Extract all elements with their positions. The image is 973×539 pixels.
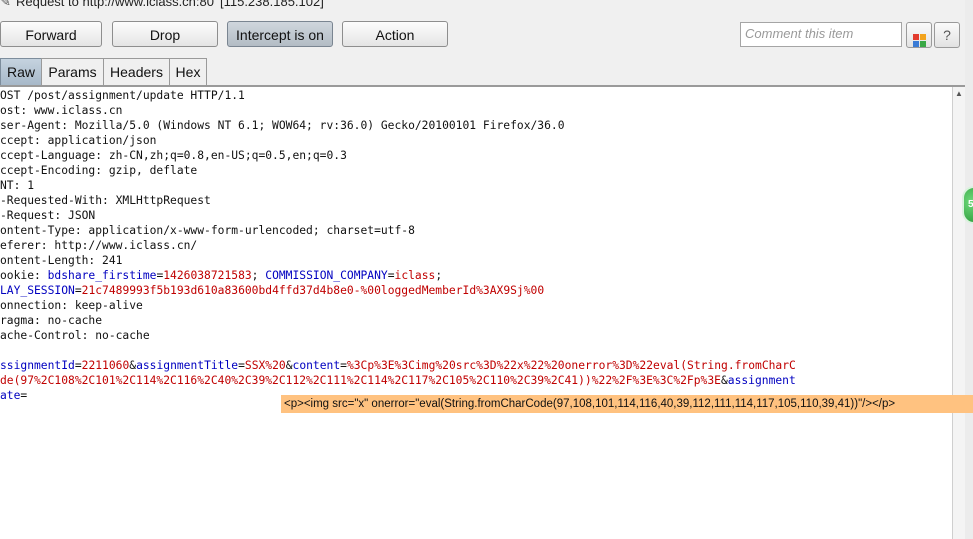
tab-params[interactable]: Params <box>41 58 104 85</box>
cookie-line: ookie: bdshare_firstime=1426038721583; C… <box>0 269 443 282</box>
window-edge <box>965 0 973 539</box>
tab-raw[interactable]: Raw <box>0 58 42 85</box>
help-button[interactable]: ? <box>934 22 960 48</box>
header-line: ccept-Language: zh-CN,zh;q=0.8,en-US;q=0… <box>0 149 347 162</box>
comment-input[interactable]: Comment this item <box>740 22 902 47</box>
header-line: ser-Agent: Mozilla/5.0 (Windows NT 6.1; … <box>0 119 565 132</box>
cookie-line-continued: LAY_SESSION=21c7489993f5b193d610a83600bd… <box>0 284 545 297</box>
header-line: ontent-Length: 241 <box>0 254 123 267</box>
request-title: ✎ Request to http://www.iclass.cn:80 [115.… <box>0 0 324 10</box>
header-line: ccept: application/json <box>0 134 157 147</box>
decoded-value-tooltip: <p><img src="x" onerror="eval(String.fro… <box>281 395 973 413</box>
forward-button[interactable]: Forward <box>0 21 102 47</box>
highlight-color-button[interactable] <box>906 22 932 48</box>
request-line: OST /post/assignment/update HTTP/1.1 <box>0 89 245 102</box>
header-line: ache-Control: no-cache <box>0 329 150 342</box>
header-line: NT: 1 <box>0 179 35 192</box>
header-line: -Request: JSON <box>0 209 96 222</box>
color-grid-icon <box>912 34 926 47</box>
tab-headers[interactable]: Headers <box>103 58 170 85</box>
header-line: ontent-Type: application/x-www-form-urle… <box>0 224 415 237</box>
vertical-scrollbar[interactable]: ▲ <box>952 87 965 539</box>
header-line: ragma: no-cache <box>0 314 103 327</box>
tab-hex[interactable]: Hex <box>169 58 207 85</box>
intercept-toggle-button[interactable]: Intercept is on <box>227 21 333 47</box>
body-line: ssignmentId=2211060&assignmentTitle=SSX%… <box>0 359 796 372</box>
header-line: -Requested-With: XMLHttpRequest <box>0 194 211 207</box>
proxy-toolbar: ✎ Request to http://www.iclass.cn:80 [115.… <box>0 0 973 86</box>
header-line: ccept-Encoding: gzip, deflate <box>0 164 198 177</box>
floating-widget-icon[interactable]: 5 <box>962 186 973 224</box>
raw-request-editor[interactable]: OST /post/assignment/update HTTP/1.1 ost… <box>0 87 952 539</box>
action-button[interactable]: Action <box>342 21 448 47</box>
header-line: ost: www.iclass.cn <box>0 104 123 117</box>
header-line: onnection: keep-alive <box>0 299 143 312</box>
body-line: ate= <box>0 389 28 402</box>
drop-button[interactable]: Drop <box>112 21 218 47</box>
scroll-up-arrow-icon[interactable]: ▲ <box>953 87 965 101</box>
body-line: de(97%2C108%2C101%2C114%2C116%2C40%2C39%… <box>0 374 796 387</box>
pencil-icon[interactable]: ✎ <box>0 0 16 10</box>
header-line: eferer: http://www.iclass.cn/ <box>0 239 198 252</box>
